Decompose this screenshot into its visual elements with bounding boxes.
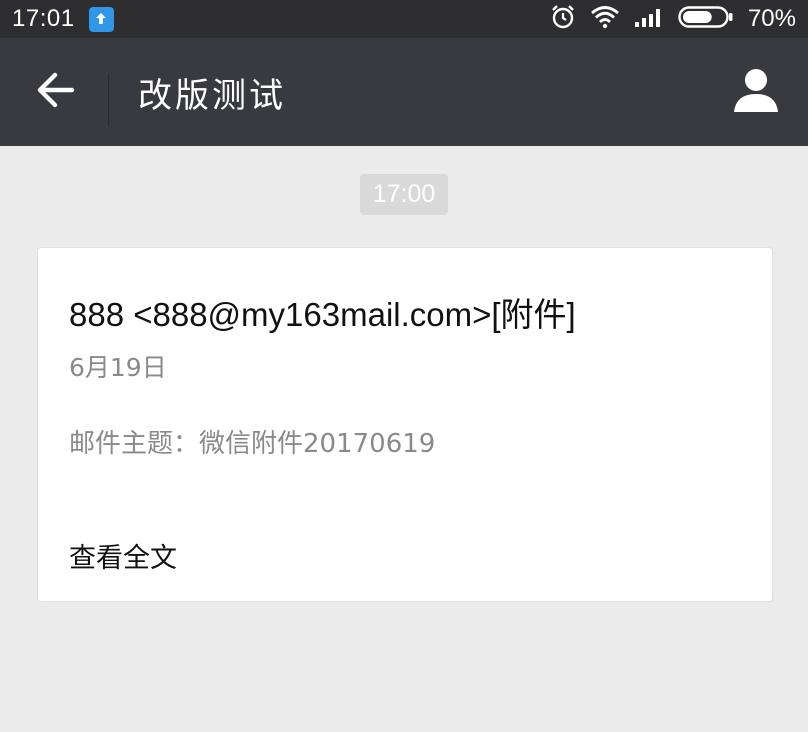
timestamp-row: 17:00 [0, 174, 808, 215]
mail-message-card[interactable]: 888 <888@my163mail.com>[附件] 6月19日 邮件主题：微… [37, 247, 773, 602]
mail-subject: 邮件主题：微信附件20170619 [69, 429, 436, 459]
header-divider [108, 74, 109, 126]
mail-date: 6月19日 [69, 353, 167, 382]
view-full-text-link[interactable]: 查看全文 [69, 536, 177, 575]
person-icon [732, 66, 780, 118]
app-bar: 改版测试 [0, 38, 808, 146]
status-right: 70% [550, 4, 796, 34]
chat-title: 改版测试 [138, 75, 286, 116]
status-bar: 17:01 70% [0, 0, 808, 38]
mail-sender: 888 <888@my163mail.com>[附件] [69, 296, 576, 333]
profile-button[interactable] [728, 64, 784, 120]
alarm-icon [550, 4, 576, 34]
signal-icon [634, 6, 664, 32]
message-timestamp: 17:00 [359, 174, 449, 215]
battery-icon [678, 5, 734, 33]
back-arrow-icon [35, 72, 75, 112]
status-left: 17:01 [12, 5, 114, 33]
back-button[interactable] [0, 38, 110, 146]
status-time: 17:01 [12, 5, 75, 32]
wifi-icon [590, 5, 620, 33]
upload-notification-icon [88, 6, 114, 32]
battery-percent: 70% [747, 5, 796, 32]
